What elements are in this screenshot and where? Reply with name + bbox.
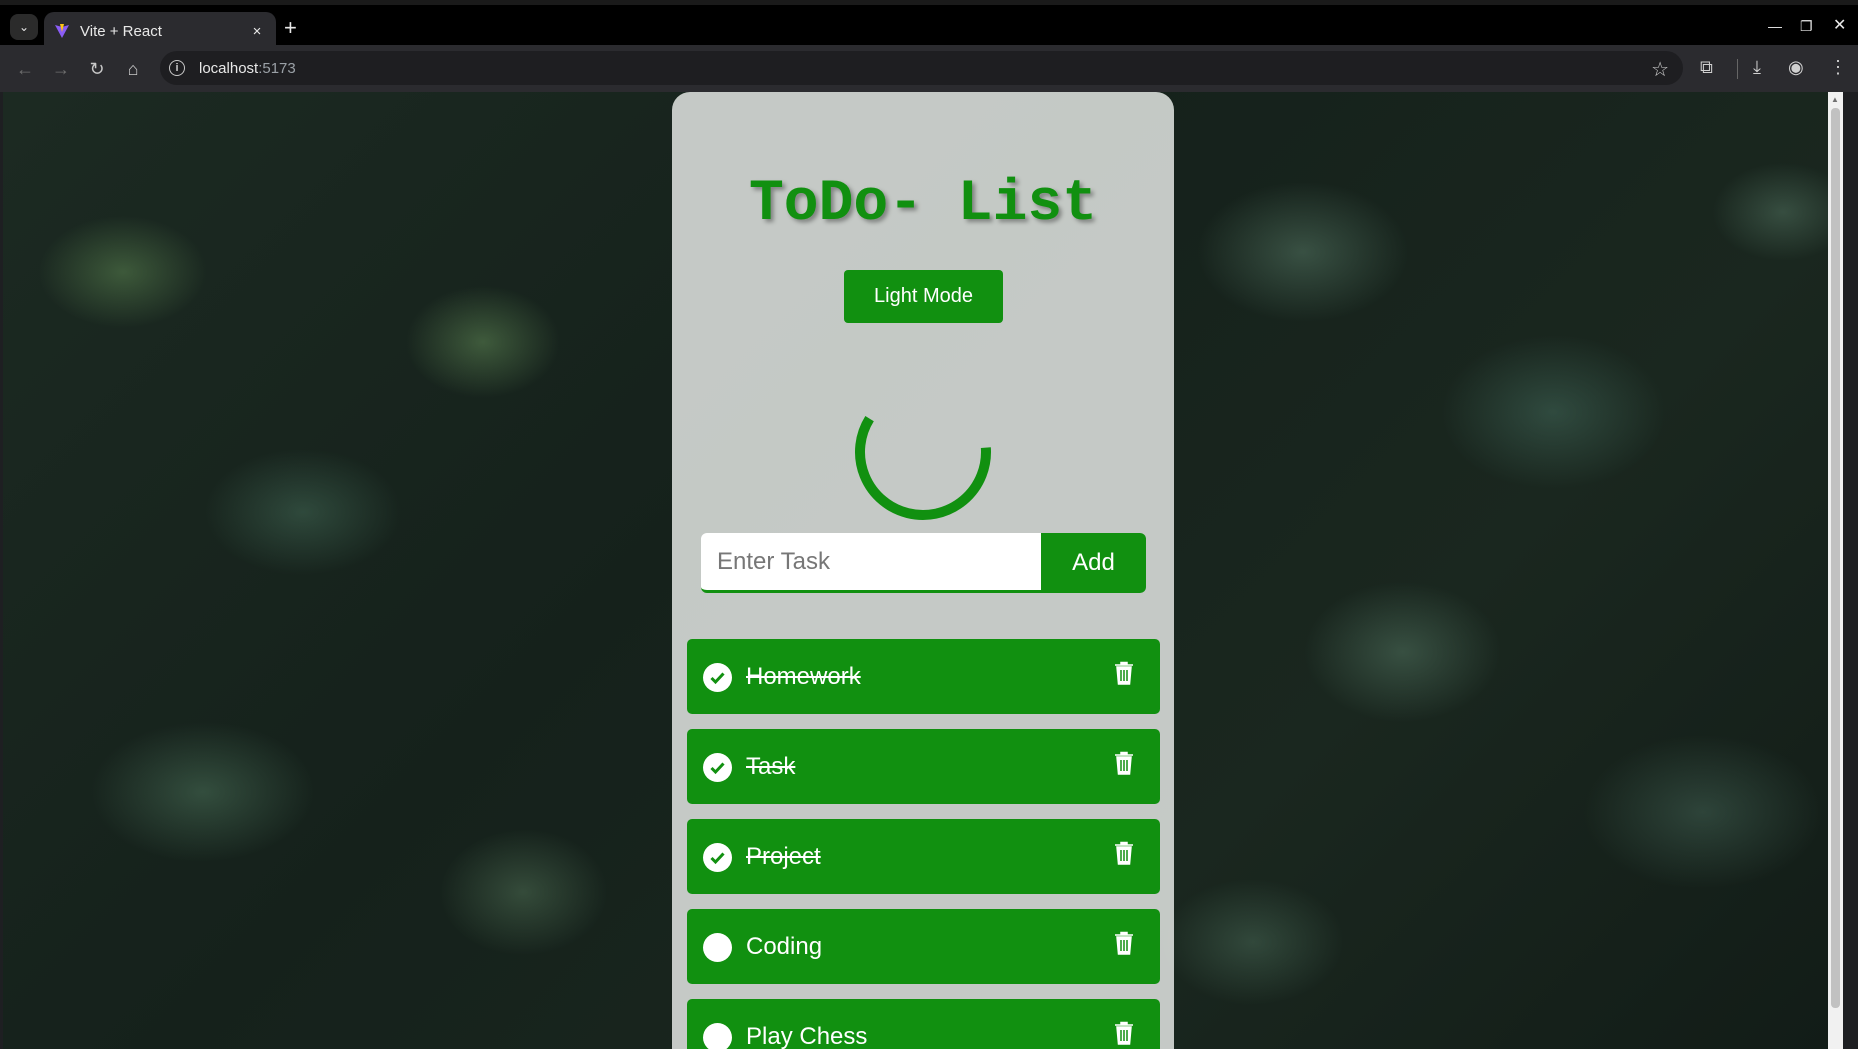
download-icon[interactable]: ⤓ xyxy=(1753,57,1761,78)
empty-circle-icon[interactable] xyxy=(703,933,732,962)
browser-tab-bar: ⌄ Vite + React × + — ❐ ✕ xyxy=(0,0,1858,50)
menu-kebab-icon[interactable]: ⋮ xyxy=(1829,57,1847,78)
task-label: Coding xyxy=(746,933,823,960)
tab-title: Vite + React xyxy=(80,22,162,40)
tab-close-icon[interactable]: × xyxy=(248,23,266,40)
add-button[interactable]: Add xyxy=(1041,533,1146,593)
minimize-window-icon[interactable]: — xyxy=(1768,19,1782,33)
check-circle-icon[interactable] xyxy=(703,663,732,692)
page-title: ToDo- List xyxy=(748,172,1098,237)
page-scrollbar[interactable]: ▲ xyxy=(1828,92,1843,1049)
scroll-up-icon[interactable]: ▲ xyxy=(1831,95,1839,104)
task-label: Project xyxy=(746,843,821,870)
add-task-row: Add xyxy=(701,533,1146,593)
url-host: localhost xyxy=(199,59,259,77)
check-circle-icon[interactable] xyxy=(703,843,732,872)
todo-card: ToDo- List Light Mode Add Homework Task xyxy=(672,92,1174,1049)
vite-favicon-icon xyxy=(55,24,69,38)
bookmark-star-icon[interactable]: ☆ xyxy=(1651,57,1669,82)
restore-window-icon[interactable]: ❐ xyxy=(1800,19,1813,33)
trash-icon[interactable] xyxy=(1114,1021,1134,1045)
trash-icon[interactable] xyxy=(1114,931,1134,955)
task-item: Coding xyxy=(687,909,1160,984)
task-item: Task xyxy=(687,729,1160,804)
url-text: localhost:5173 xyxy=(199,60,296,77)
new-tab-icon[interactable]: + xyxy=(284,17,297,39)
back-icon[interactable]: ← xyxy=(13,57,37,81)
forward-icon[interactable]: → xyxy=(49,57,73,81)
task-label: Homework xyxy=(746,663,861,690)
reload-icon[interactable]: ↻ xyxy=(85,57,109,81)
trash-icon[interactable] xyxy=(1114,841,1134,865)
close-window-icon[interactable]: ✕ xyxy=(1833,18,1846,34)
task-item: Project xyxy=(687,819,1160,894)
light-mode-button[interactable]: Light Mode xyxy=(844,270,1003,323)
toolbar-separator xyxy=(1737,59,1738,79)
task-label: Task xyxy=(746,753,796,780)
tab-search-dropdown-icon[interactable]: ⌄ xyxy=(10,14,38,40)
url-port: :5173 xyxy=(258,59,296,77)
check-circle-icon[interactable] xyxy=(703,753,732,782)
page-background: ToDo- List Light Mode Add Homework Task xyxy=(3,92,1843,1049)
profile-icon[interactable]: ◉ xyxy=(1788,57,1804,78)
task-label: Play Chess xyxy=(746,1023,868,1049)
task-input[interactable] xyxy=(701,533,1041,593)
empty-circle-icon[interactable] xyxy=(703,1023,732,1049)
scrollbar-thumb[interactable] xyxy=(1831,108,1840,1008)
progress-arc xyxy=(855,415,991,520)
site-info-icon[interactable]: i xyxy=(169,60,185,76)
address-bar[interactable]: i localhost:5173 ☆ xyxy=(160,51,1683,85)
trash-icon[interactable] xyxy=(1114,751,1134,775)
task-list: Homework Task Project Coding Play Chess xyxy=(687,639,1160,1049)
trash-icon[interactable] xyxy=(1114,661,1134,685)
extensions-icon[interactable]: ⧉ xyxy=(1700,57,1713,78)
home-icon[interactable]: ⌂ xyxy=(121,57,145,81)
task-item: Homework xyxy=(687,639,1160,714)
browser-toolbar: ← → ↻ ⌂ i localhost:5173 ☆ ⧉ ⤓ ◉ ⋮ xyxy=(0,45,1858,92)
task-item: Play Chess xyxy=(687,999,1160,1049)
progress-ring xyxy=(855,415,991,520)
